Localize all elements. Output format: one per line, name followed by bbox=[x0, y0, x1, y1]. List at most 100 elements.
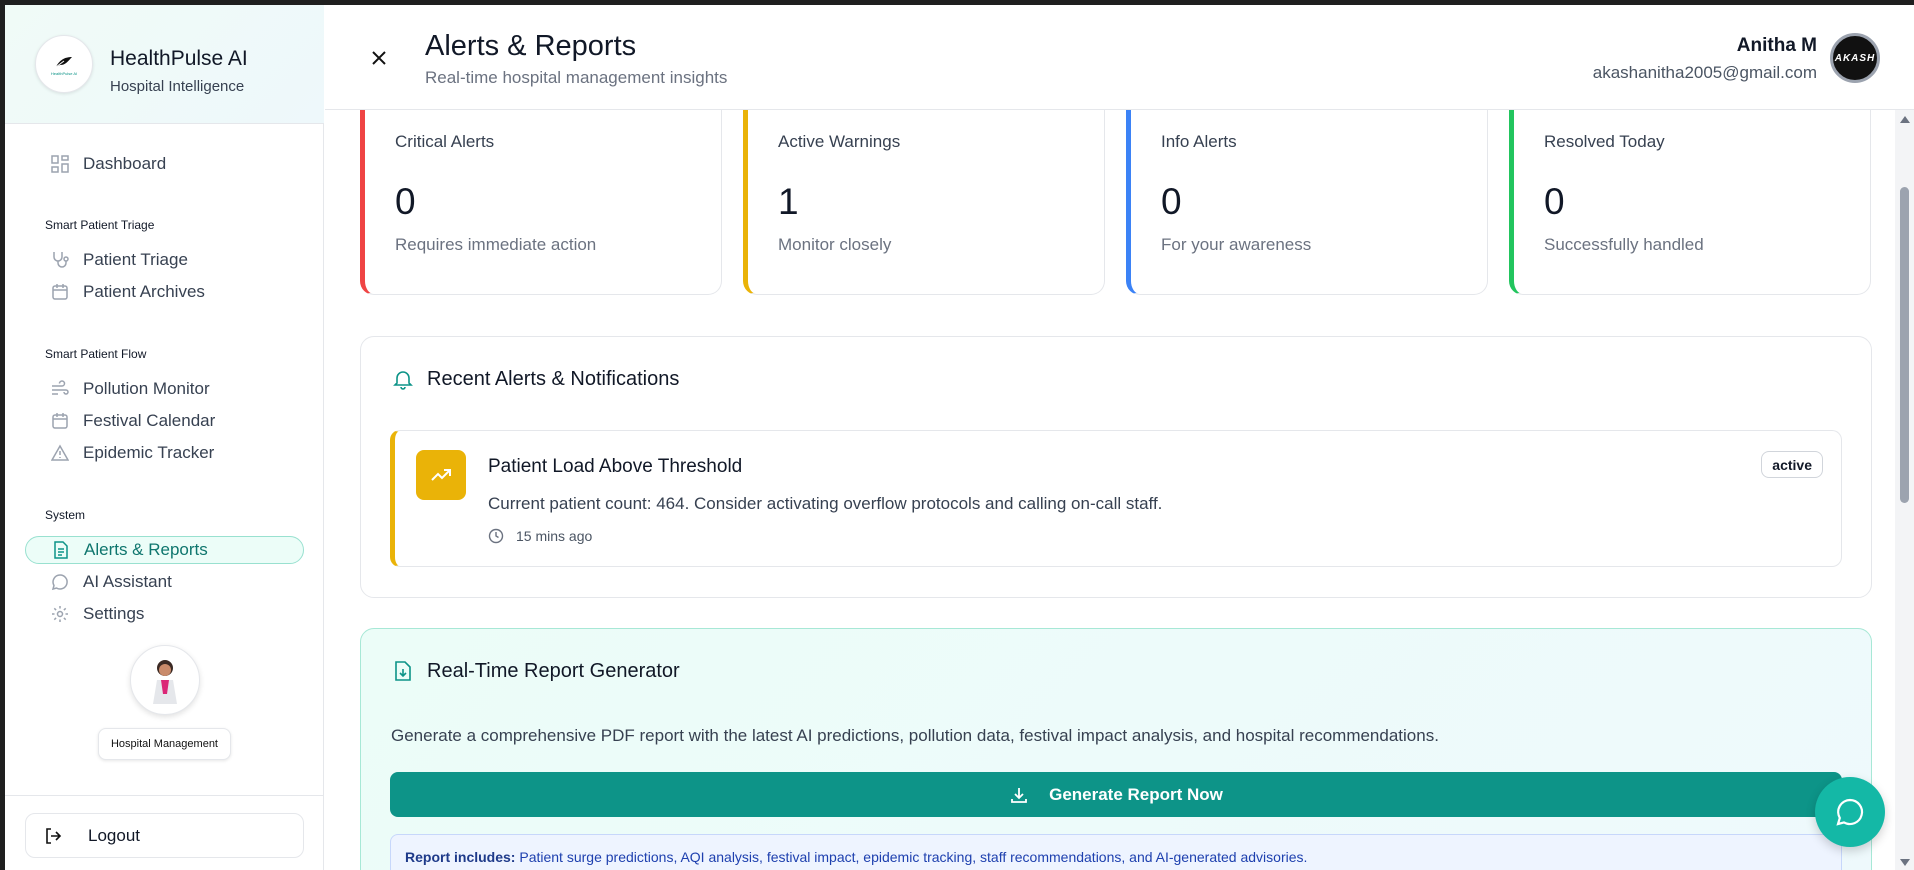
sidebar-item-label: Dashboard bbox=[83, 154, 167, 173]
doctor-illustration-icon bbox=[153, 660, 177, 704]
sidebar-item-label: Patient Archives bbox=[83, 282, 205, 301]
alert-description: Current patient count: 464. Consider act… bbox=[488, 494, 1163, 513]
wind-icon bbox=[49, 378, 71, 400]
panel-header: Real-Time Report Generator bbox=[391, 659, 680, 683]
alert-title: Patient Load Above Threshold bbox=[488, 456, 743, 477]
alert-time: 15 mins ago bbox=[488, 528, 592, 544]
report-includes-note: Report includes: Patient surge predictio… bbox=[390, 834, 1842, 870]
logout-button[interactable]: Logout bbox=[25, 813, 304, 858]
panel-header: Recent Alerts & Notifications bbox=[391, 367, 679, 391]
sidebar-item-alerts-reports[interactable]: Alerts & Reports bbox=[25, 536, 304, 564]
leaf-logo-icon bbox=[55, 56, 72, 67]
brand-subtitle: Hospital Intelligence bbox=[110, 78, 245, 95]
vertical-scrollbar[interactable] bbox=[1895, 110, 1914, 870]
main-content: Critical Alerts 0 Requires immediate act… bbox=[325, 110, 1895, 870]
brand-logo[interactable]: HealthPulse AI bbox=[35, 35, 93, 93]
report-includes-label: Report includes: bbox=[405, 849, 516, 865]
panel-title: Real-Time Report Generator bbox=[427, 659, 680, 682]
file-text-icon bbox=[50, 539, 72, 561]
generate-report-label: Generate Report Now bbox=[1049, 784, 1223, 804]
scroll-down-arrow-icon[interactable] bbox=[1900, 859, 1910, 866]
stat-value: 0 bbox=[1161, 181, 1182, 222]
close-icon bbox=[372, 51, 386, 65]
sidebar-divider bbox=[5, 795, 324, 796]
scrollbar-thumb[interactable] bbox=[1900, 187, 1909, 503]
stat-card-resolved: Resolved Today 0 Successfully handled bbox=[1509, 110, 1871, 295]
alert-item[interactable]: Patient Load Above Threshold Current pat… bbox=[390, 430, 1842, 567]
sidebar: HealthPulse AI HealthPulse AI Hospital I… bbox=[5, 5, 324, 870]
stat-title: Active Warnings bbox=[778, 132, 901, 151]
stat-value: 0 bbox=[395, 181, 416, 222]
page-header: Alerts & Reports Real-time hospital mana… bbox=[325, 5, 1914, 110]
section-title-system: System bbox=[45, 508, 86, 522]
file-download-icon bbox=[391, 659, 415, 683]
chat-bubble-icon bbox=[49, 571, 71, 593]
stat-value: 0 bbox=[1544, 181, 1565, 222]
stethoscope-icon bbox=[49, 249, 71, 271]
stat-desc: Requires immediate action bbox=[395, 235, 597, 254]
grid-icon bbox=[49, 153, 71, 175]
page-title: Alerts & Reports bbox=[425, 30, 637, 62]
logout-icon bbox=[42, 825, 64, 847]
stat-desc: For your awareness bbox=[1161, 235, 1312, 254]
sidebar-item-patient-triage[interactable]: Patient Triage bbox=[25, 246, 304, 274]
report-description: Generate a comprehensive PDF report with… bbox=[391, 726, 1439, 745]
scroll-up-arrow-icon[interactable] bbox=[1900, 116, 1910, 123]
page-subtitle: Real-time hospital management insights bbox=[425, 68, 728, 87]
section-title-triage: Smart Patient Triage bbox=[45, 218, 155, 232]
bell-icon bbox=[391, 367, 415, 391]
brand-logo-text: HealthPulse AI bbox=[50, 70, 78, 76]
user-name: Anitha M bbox=[1736, 35, 1817, 56]
report-generator-panel: Real-Time Report Generator Generate a co… bbox=[360, 628, 1872, 870]
sidebar-item-label: Pollution Monitor bbox=[83, 379, 210, 398]
panel-title: Recent Alerts & Notifications bbox=[427, 367, 680, 390]
avatar-text: AKASH bbox=[1834, 52, 1876, 64]
stat-value: 1 bbox=[778, 181, 799, 222]
sidebar-item-dashboard[interactable]: Dashboard bbox=[25, 150, 304, 178]
stat-title: Info Alerts bbox=[1161, 132, 1237, 151]
section-title-flow: Smart Patient Flow bbox=[45, 347, 147, 361]
stat-card-info: Info Alerts 0 For your awareness bbox=[1126, 110, 1488, 295]
stat-desc: Monitor closely bbox=[778, 235, 892, 254]
stat-card-critical: Critical Alerts 0 Requires immediate act… bbox=[360, 110, 722, 295]
alert-time-text: 15 mins ago bbox=[516, 528, 593, 544]
logout-label: Logout bbox=[88, 825, 140, 845]
calendar-icon bbox=[49, 410, 71, 432]
chat-bubble-icon bbox=[1836, 798, 1864, 826]
calendar-icon bbox=[49, 281, 71, 303]
stat-card-warnings: Active Warnings 1 Monitor closely bbox=[743, 110, 1105, 295]
brand-header: HealthPulse AI HealthPulse AI Hospital I… bbox=[5, 5, 324, 124]
stat-title: Critical Alerts bbox=[395, 132, 495, 151]
sidebar-item-pollution-monitor[interactable]: Pollution Monitor bbox=[25, 375, 304, 403]
sidebar-item-ai-assistant[interactable]: AI Assistant bbox=[25, 568, 304, 596]
download-icon bbox=[1009, 785, 1029, 805]
sidebar-item-label: Settings bbox=[83, 604, 145, 623]
sidebar-item-label: Festival Calendar bbox=[83, 411, 216, 430]
recent-alerts-panel: Recent Alerts & Notifications Patient Lo… bbox=[360, 336, 1872, 598]
report-includes-text: Patient surge predictions, AQI analysis,… bbox=[519, 849, 1308, 865]
avatar[interactable]: AKASH bbox=[1830, 33, 1880, 83]
chat-fab-button[interactable] bbox=[1815, 777, 1885, 847]
sidebar-item-epidemic-tracker[interactable]: Epidemic Tracker bbox=[25, 439, 304, 467]
close-button[interactable] bbox=[368, 47, 390, 69]
sidebar-item-patient-archives[interactable]: Patient Archives bbox=[25, 278, 304, 306]
gear-icon bbox=[49, 603, 71, 625]
generate-report-button[interactable]: Generate Report Now bbox=[390, 772, 1842, 817]
mascot-label: Hospital Management bbox=[98, 728, 231, 760]
stat-desc: Successfully handled bbox=[1544, 235, 1704, 254]
status-badge: active bbox=[1761, 451, 1823, 478]
trending-up-icon bbox=[416, 450, 466, 500]
warning-triangle-icon bbox=[49, 442, 71, 464]
stat-title: Resolved Today bbox=[1544, 132, 1665, 151]
sidebar-item-festival-calendar[interactable]: Festival Calendar bbox=[25, 407, 304, 435]
user-email: akashanitha2005@gmail.com bbox=[1592, 63, 1817, 82]
sidebar-item-label: Patient Triage bbox=[83, 250, 188, 269]
sidebar-item-label: Epidemic Tracker bbox=[83, 443, 215, 462]
mascot-avatar[interactable] bbox=[130, 645, 200, 715]
app-window: HealthPulse AI HealthPulse AI Hospital I… bbox=[5, 5, 1914, 870]
brand-title: HealthPulse AI bbox=[110, 47, 248, 70]
sidebar-item-settings[interactable]: Settings bbox=[25, 600, 304, 628]
clock-icon bbox=[488, 528, 504, 544]
sidebar-item-label: Alerts & Reports bbox=[84, 540, 208, 559]
sidebar-item-label: AI Assistant bbox=[83, 572, 172, 591]
